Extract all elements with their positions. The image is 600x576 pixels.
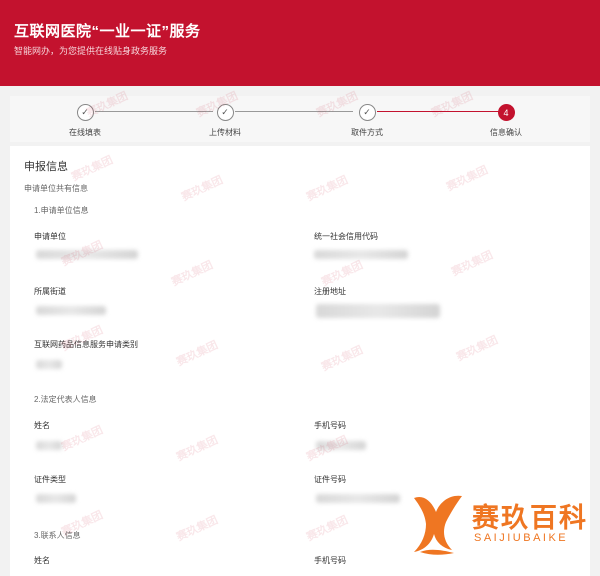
redacted-value [314,250,408,259]
redacted-value [316,494,400,503]
step-upload[interactable]: ✓ 上传材料 [175,104,275,138]
section-title: 申报信息 [24,161,68,173]
field-label: 申请单位 [34,232,66,241]
group-title: 1.申请单位信息 [34,206,89,215]
brand-name: 赛玖百科 [472,503,588,533]
field-label: 姓名 [34,556,50,565]
field-label: 互联网药品信息服务申请类别 [34,340,138,349]
step-number: 4 [497,104,515,121]
step-label: 信息确认 [490,128,522,137]
field-label: 姓名 [34,421,50,430]
field-label: 注册地址 [314,287,346,296]
step-confirm[interactable]: 4 信息确认 [456,104,556,138]
check-icon: ✓ [358,104,376,121]
field-label: 所属街道 [34,287,66,296]
step-label: 取件方式 [351,128,383,137]
redacted-value [36,250,138,259]
check-icon: ✓ [216,104,234,121]
field-label: 证件号码 [314,475,346,484]
shared-info-label: 申请单位共有信息 [24,184,88,193]
redacted-value [36,306,106,315]
step-label: 上传材料 [209,128,241,137]
redacted-value [316,304,440,318]
group-title: 2.法定代表人信息 [34,395,97,404]
redacted-value [316,441,366,450]
page-subtitle: 智能网办，为您提供在线贴身政务服务 [14,46,168,56]
whale-tail-icon [414,495,462,555]
field-label: 手机号码 [314,421,346,430]
saijiu-logo: 赛玖百科 SAIJIUBAIKE [410,490,595,560]
field-label: 统一社会信用代码 [314,232,378,241]
redacted-value [36,494,76,503]
brand-pinyin: SAIJIUBAIKE [474,532,569,544]
page-header: 互联网医院“一业一证”服务 智能网办，为您提供在线贴身政务服务 [0,0,600,86]
step-pickup[interactable]: ✓ 取件方式 [317,104,417,138]
page-title: 互联网医院“一业一证”服务 [14,23,201,40]
step-fill-form[interactable]: ✓ 在线填表 [35,104,135,138]
field-label: 证件类型 [34,475,66,484]
group-title: 3.联系人信息 [34,531,81,540]
check-icon: ✓ [76,104,94,121]
field-label: 手机号码 [314,556,346,565]
step-label: 在线填表 [69,128,101,137]
redacted-value [36,441,62,450]
redacted-value [36,360,62,369]
progress-steps: ✓ 在线填表 ✓ 上传材料 ✓ 取件方式 4 信息确认 [10,96,590,142]
